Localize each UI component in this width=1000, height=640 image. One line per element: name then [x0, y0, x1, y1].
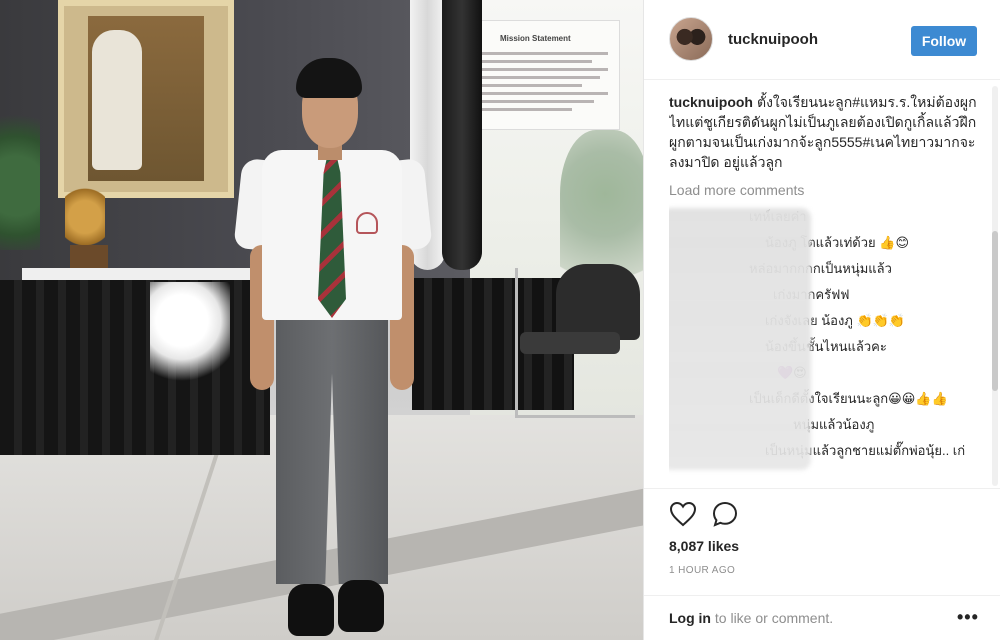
post-timestamp[interactable]: 1 HOUR AGO — [669, 565, 735, 576]
chair-seat — [520, 332, 620, 354]
login-prompt-text: to like or comment. — [711, 610, 834, 626]
post-header: tucknuipooh Follow — [644, 0, 1000, 80]
likes-count[interactable]: 8,087 likes — [669, 538, 739, 554]
post-photo[interactable]: Mission Statement — [0, 0, 643, 640]
comments-section: tucknuipooh ตั้งใจเรียนนะลูก#แหมร.ร.ใหม่ต… — [669, 92, 989, 487]
login-bar: Log in to like or comment. ••• — [644, 595, 1000, 639]
mission-text-line — [482, 52, 608, 55]
black-drape — [442, 0, 482, 270]
mission-text-line — [482, 100, 594, 103]
school-badge-icon — [356, 212, 378, 234]
comment-icon[interactable] — [712, 501, 738, 527]
student-shoe-right — [338, 580, 384, 632]
photo-plant — [0, 90, 40, 250]
comments-scrollbar[interactable] — [992, 86, 998, 486]
mission-title: Mission Statement — [500, 34, 571, 43]
load-more-comments-link[interactable]: Load more comments — [669, 182, 989, 198]
heart-icon[interactable] — [669, 501, 697, 527]
blurred-commenter-names — [669, 208, 811, 470]
scrollbar-thumb[interactable] — [992, 231, 998, 391]
post-actions: 8,087 likes 1 HOUR AGO Log in to like or… — [644, 488, 1000, 638]
mission-text-line — [482, 68, 608, 71]
mission-text-line — [482, 108, 572, 111]
framed-portrait — [58, 0, 234, 198]
username-link[interactable]: tucknuipooh — [728, 31, 818, 48]
mission-text-line — [482, 84, 582, 87]
follow-button[interactable]: Follow — [911, 26, 977, 56]
portrait-figure — [92, 30, 142, 170]
login-link[interactable]: Log in — [669, 610, 711, 626]
login-prompt: Log in to like or comment. — [669, 610, 833, 626]
more-options-icon[interactable]: ••• — [957, 607, 979, 628]
gold-ornament — [65, 175, 105, 245]
mission-text-line — [482, 60, 592, 63]
comment-list: เทห์เลยค่า น้องภู โตแล้วเท่ด้วย 👍😊 หล่อม… — [669, 204, 989, 470]
post-sidebar: tucknuipooh Follow tucknuipooh ตั้งใจเรีย… — [643, 0, 1000, 640]
student-shoe-left — [288, 584, 334, 636]
white-bow — [150, 282, 230, 392]
user-avatar[interactable] — [669, 17, 713, 61]
post-caption: tucknuipooh ตั้งใจเรียนนะลูก#แหมร.ร.ใหม่ต… — [669, 92, 989, 172]
caption-username[interactable]: tucknuipooh — [669, 94, 753, 110]
mission-text-line — [482, 76, 600, 79]
chair-back — [556, 264, 640, 340]
mission-text-line — [482, 92, 608, 95]
